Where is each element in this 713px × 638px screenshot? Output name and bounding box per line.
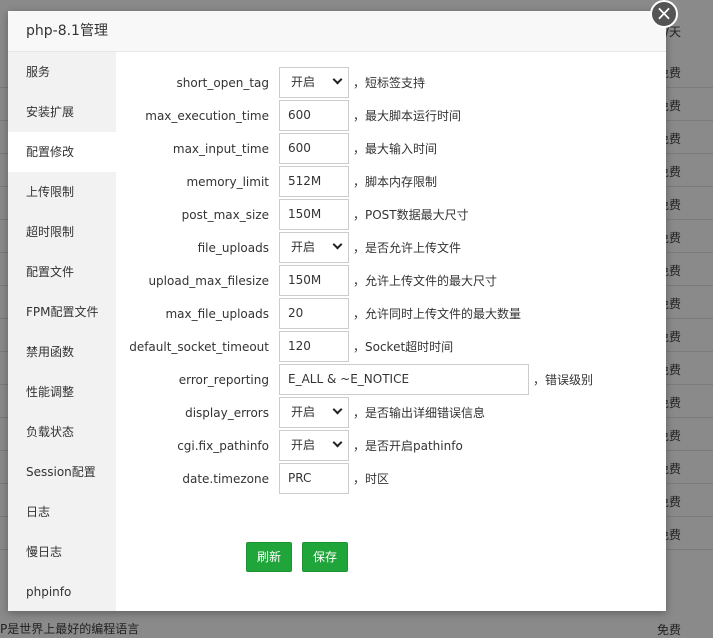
setting-input[interactable]: 512M (279, 166, 349, 197)
sidebar-item[interactable]: Session配置 (8, 452, 116, 492)
field-label: file_uploads (197, 240, 269, 255)
field-description: ，短标签支持 (353, 76, 426, 90)
bg-footer-right: 免费 (656, 623, 681, 637)
form-row: cgi.fix_pathinfo 开启 ，是否开启pathinfo (116, 430, 463, 461)
form-row: upload_max_filesize 150M ，允许上传文件的最大尺寸 (116, 265, 497, 296)
setting-input[interactable]: 150M (279, 265, 349, 296)
form-row: post_max_size 150M ，POST数据最大尺寸 (116, 199, 469, 230)
field-description: ，POST数据最大尺寸 (353, 208, 469, 222)
field-description: ，最大脚本运行时间 (353, 109, 462, 123)
sidebar-item[interactable]: 超时限制 (8, 212, 116, 252)
sidebar-item[interactable]: 安装扩展 (8, 92, 116, 132)
field-description: ，是否开启pathinfo (353, 439, 463, 453)
field-description: ，时区 (353, 472, 390, 486)
close-icon[interactable]: × (650, 0, 678, 28)
field-label: date.timezone (182, 471, 269, 486)
chevron-down-icon (332, 74, 343, 85)
setting-input[interactable]: 600 (279, 100, 349, 131)
sidebar-item[interactable]: 负载状态 (8, 412, 116, 452)
field-description: ，Socket超时时间 (353, 340, 454, 354)
setting-input[interactable]: PRC (279, 463, 349, 494)
sidebar-item[interactable]: FPM配置文件 (8, 292, 116, 332)
sidebar-item[interactable]: 服务 (8, 52, 116, 92)
form-row: max_input_time 600 ，最大输入时间 (116, 133, 437, 164)
setting-select[interactable]: 开启 (279, 430, 349, 461)
chevron-down-icon (332, 404, 343, 415)
form-row: default_socket_timeout 120 ，Socket超时时间 (116, 331, 453, 362)
save-button[interactable]: 保存 (302, 542, 348, 572)
sidebar-item[interactable]: 慢日志 (8, 532, 116, 572)
setting-input[interactable]: 150M (279, 199, 349, 230)
config-form: short_open_tag 开启 ，短标签支持 max_execution_time… (116, 52, 666, 611)
select-value: 开启 (291, 438, 316, 452)
sidebar-item[interactable]: phpinfo (8, 572, 116, 612)
field-description: ，是否输出详细错误信息 (353, 406, 486, 420)
select-value: 开启 (291, 75, 316, 89)
field-label: post_max_size (181, 207, 269, 222)
setting-select[interactable]: 开启 (279, 67, 349, 98)
field-label: cgi.fix_pathinfo (177, 438, 269, 453)
field-description: ，脚本内存限制 (353, 175, 438, 189)
field-label: error_reporting (178, 372, 269, 387)
form-row: date.timezone PRC ，时区 (116, 463, 389, 494)
sidebar-item[interactable]: 上传限制 (8, 172, 116, 212)
field-label: short_open_tag (176, 75, 269, 90)
field-label: default_socket_timeout (129, 339, 269, 354)
form-row: display_errors 开启 ，是否输出详细错误信息 (116, 397, 485, 428)
sidebar-item[interactable]: 配置文件 (8, 252, 116, 292)
setting-select[interactable]: 开启 (279, 232, 349, 263)
setting-input[interactable]: 600 (279, 133, 349, 164)
form-row: memory_limit 512M ，脚本内存限制 (116, 166, 437, 197)
refresh-button[interactable]: 刷新 (246, 542, 292, 572)
form-row: max_execution_time 600 ，最大脚本运行时间 (116, 100, 461, 131)
field-description: ，最大输入时间 (353, 142, 438, 156)
field-label: max_execution_time (145, 108, 269, 123)
select-value: 开启 (291, 240, 316, 254)
field-description: ，允许上传文件的最大尺寸 (353, 274, 498, 288)
sidebar-item[interactable]: 禁用函数 (8, 332, 116, 372)
field-label: max_file_uploads (165, 306, 269, 321)
field-label: max_input_time (172, 141, 269, 156)
select-value: 开启 (291, 405, 316, 419)
field-label: memory_limit (186, 174, 269, 189)
php-manager-dialog: php-8.1管理 服务 安装扩展 配置修改 上传限制 超时限制 配置文件 FPM配置文件禁… (8, 11, 666, 611)
form-row: max_file_uploads 20 ，允许同时上传文件的最大数量 (116, 298, 521, 329)
chevron-down-icon (332, 239, 343, 250)
field-description: ，是否允许上传文件 (353, 241, 462, 255)
setting-select[interactable]: 开启 (279, 397, 349, 428)
form-row: short_open_tag 开启 ，短标签支持 (116, 67, 425, 98)
sidebar-item[interactable]: 日志 (8, 492, 116, 532)
field-label: upload_max_filesize (148, 273, 269, 288)
dialog-title: php-8.1管理 (8, 11, 666, 52)
sidebar: 服务 安装扩展 配置修改 上传限制 超时限制 配置文件 FPM配置文件 禁用函数 性能调整 负载状… (8, 52, 116, 611)
field-description: ，错误级别 (533, 373, 594, 387)
form-row: file_uploads 开启 ，是否允许上传文件 (116, 232, 461, 263)
setting-input[interactable]: E_ALL & ~E_NOTICE (279, 364, 529, 395)
sidebar-item[interactable]: 性能调整 (8, 372, 116, 412)
setting-input[interactable]: 20 (279, 298, 349, 329)
field-label: display_errors (185, 405, 269, 420)
bg-footer-left: P是世界上最好的编程语言 (0, 622, 140, 636)
field-description: ，允许同时上传文件的最大数量 (353, 307, 522, 321)
sidebar-item[interactable]: 配置修改 (8, 132, 116, 172)
form-row: error_reporting E_ALL & ~E_NOTICE ，错误级别 (116, 364, 593, 395)
chevron-down-icon (332, 437, 343, 448)
setting-input[interactable]: 120 (279, 331, 349, 362)
